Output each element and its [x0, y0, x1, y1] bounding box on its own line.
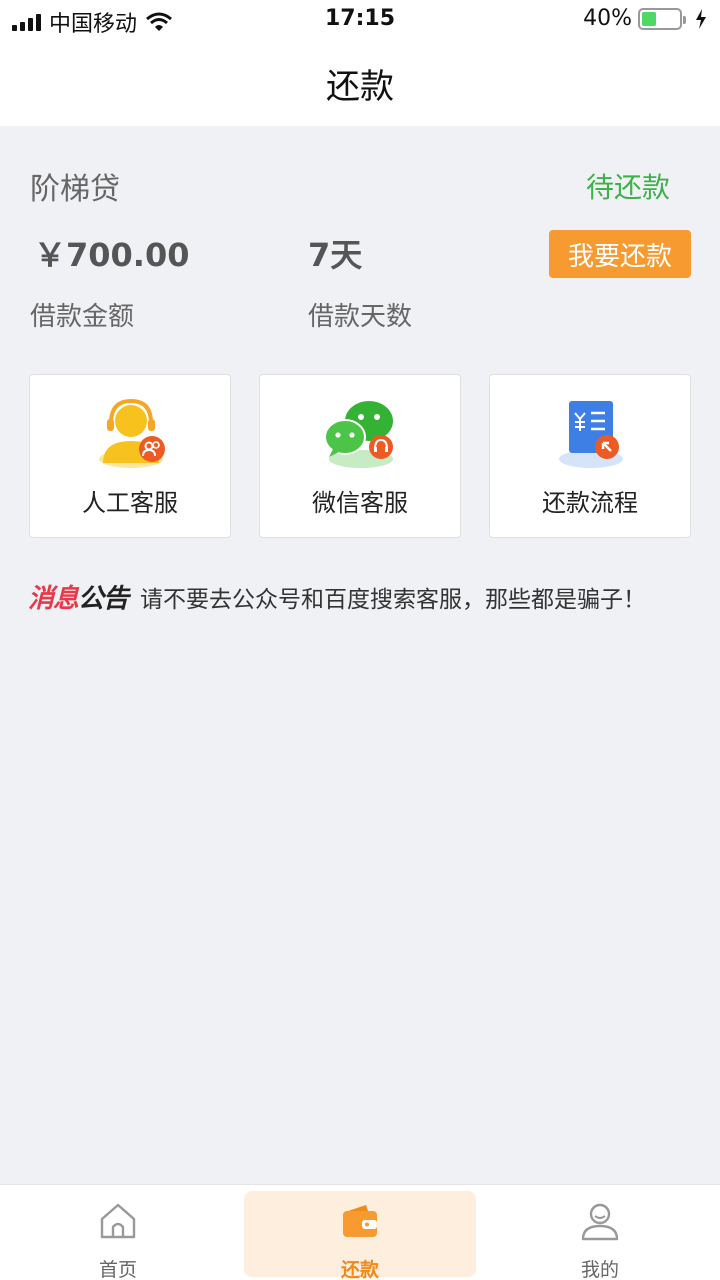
customer-service-icon	[99, 398, 165, 468]
battery-icon	[638, 7, 686, 30]
notice-banner: 消息公告 请不要去公众号和百度搜索客服，那些都是骗子！	[28, 578, 646, 615]
tab-mine-label: 我的	[580, 1259, 619, 1280]
user-icon	[581, 1203, 619, 1241]
tab-home[interactable]: 首页	[2, 1185, 234, 1280]
status-bar: 中国移动 17:15 40%	[0, 0, 720, 40]
page-title: 还款	[326, 66, 394, 107]
manual-service-label: 人工客服	[82, 489, 178, 517]
wechat-service-label: 微信客服	[312, 489, 408, 517]
tab-home-label: 首页	[98, 1259, 137, 1280]
notice-tag-part2: 公告	[78, 584, 129, 614]
repayment-process-label: 还款流程	[542, 489, 638, 517]
loan-amount: ￥700.00	[34, 236, 190, 274]
repayment-process-icon	[559, 401, 623, 468]
loan-days: 7天	[308, 236, 363, 274]
battery-fill	[642, 11, 657, 26]
repay-button[interactable]: 我要还款	[549, 230, 691, 278]
repayment-process-card[interactable]: 还款流程	[489, 374, 691, 538]
loan-amount-label: 借款金额	[30, 302, 135, 332]
wechat-icon	[324, 401, 393, 468]
tab-bar: 首页 还款 我的	[0, 1184, 720, 1280]
notice-tag-part1: 消息	[28, 584, 79, 614]
loan-status: 待还款	[585, 171, 670, 204]
notice-tag: 消息公告	[28, 578, 129, 615]
tab-repay[interactable]: 还款	[244, 1191, 476, 1280]
loan-days-label: 借款天数	[308, 302, 413, 332]
battery-percent: 40%	[583, 6, 632, 31]
loan-product-name: 阶梯贷	[30, 172, 120, 207]
wallet-icon	[343, 1205, 377, 1237]
charging-icon	[696, 8, 706, 29]
wechat-service-card[interactable]: 微信客服	[259, 374, 461, 538]
tab-mine[interactable]: 我的	[484, 1185, 716, 1280]
manual-service-card[interactable]: 人工客服	[29, 374, 231, 538]
home-icon	[100, 1203, 136, 1239]
tab-repay-label: 还款	[340, 1259, 379, 1280]
repayment-screen: 中国移动 17:15 40% 还款 阶梯贷 待还款 ￥700.00 7天 我要还…	[0, 0, 720, 1280]
nav-bar: 还款	[0, 40, 720, 126]
loan-summary: 阶梯贷 待还款 ￥700.00 7天 我要还款 借款金额 借款天数	[0, 126, 720, 346]
notice-text: 请不要去公众号和百度搜索客服，那些都是骗子！	[140, 586, 647, 613]
